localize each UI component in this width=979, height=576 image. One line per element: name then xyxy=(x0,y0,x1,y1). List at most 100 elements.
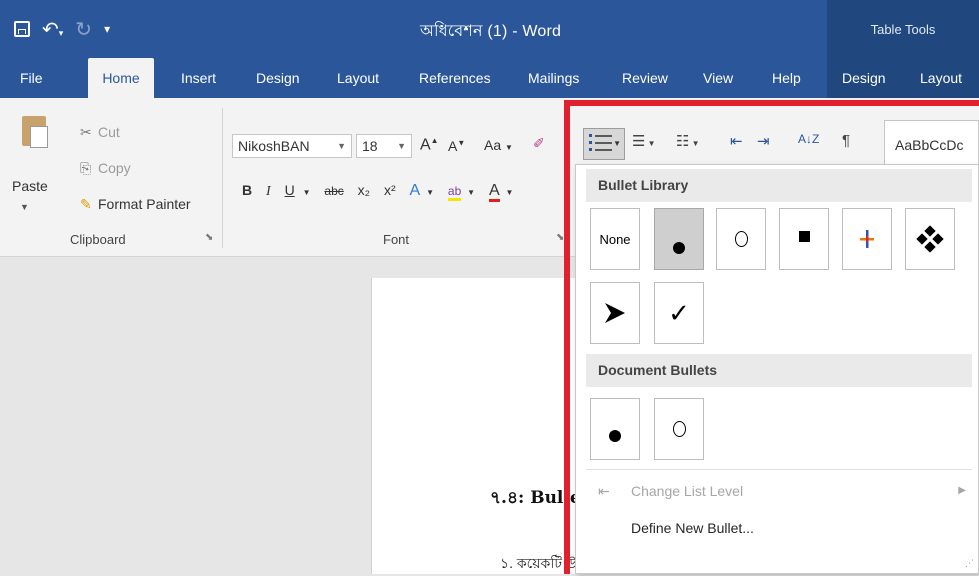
chevron-down-icon: ▼ xyxy=(613,139,621,148)
save-icon[interactable] xyxy=(14,21,30,37)
document-bullets-header: Document Bullets xyxy=(586,354,972,387)
hollow-circle-bullet-icon xyxy=(672,421,686,437)
tab-view[interactable]: View xyxy=(703,58,733,98)
change-case-label: Aa xyxy=(484,137,502,153)
format-painter-label: Format Painter xyxy=(98,196,191,212)
tab-review[interactable]: Review xyxy=(622,58,668,98)
bullet-tile-checkmark[interactable]: ✓ xyxy=(654,282,704,344)
undo-icon[interactable]: ↶▾ xyxy=(42,17,63,42)
table-tools-label: Table Tools xyxy=(827,0,979,58)
subscript-button[interactable]: x₂ xyxy=(358,182,370,198)
tab-table-design[interactable]: Design xyxy=(842,58,886,98)
font-name-select[interactable]: NikoshBAN ▼ xyxy=(232,134,352,158)
increase-indent-button[interactable]: ⇥ xyxy=(757,132,770,160)
cut-label: Cut xyxy=(98,124,120,140)
chevron-down-icon[interactable]: ▼ xyxy=(426,188,434,197)
underline-dropdown-icon[interactable]: ▼ xyxy=(303,188,311,197)
paste-dropdown-icon[interactable]: ▼ xyxy=(20,202,29,212)
change-case-button[interactable]: Aa ▼ xyxy=(484,137,513,153)
copy-button[interactable]: ⎘ Copy xyxy=(80,160,131,177)
customize-qat-icon[interactable]: ▾ xyxy=(104,22,110,36)
chevron-down-icon: ▼ xyxy=(397,141,406,151)
quick-access-toolbar: ↶▾ ↻ ▾ xyxy=(14,0,110,58)
italic-button[interactable]: I xyxy=(266,184,271,199)
tab-design[interactable]: Design xyxy=(256,58,300,98)
tab-layout[interactable]: Layout xyxy=(337,58,379,98)
tab-references[interactable]: References xyxy=(419,58,491,98)
numbering-button[interactable]: ☰ ▼ xyxy=(632,132,656,160)
tab-table-layout[interactable]: Layout xyxy=(920,58,962,98)
square-bullet-icon xyxy=(798,230,810,242)
document-bullet-filled-circle[interactable] xyxy=(590,398,640,460)
bullet-tile-none[interactable]: None xyxy=(590,208,640,270)
bullet-tile-filled-circle[interactable] xyxy=(654,208,704,270)
arrowhead-bullet-icon xyxy=(605,303,625,323)
filled-circle-bullet-icon xyxy=(609,430,621,442)
document-bullet-hollow-circle[interactable] xyxy=(654,398,704,460)
chevron-down-icon[interactable]: ▼ xyxy=(467,188,475,197)
cut-button[interactable]: ✂ Cut xyxy=(80,124,120,141)
four-diamonds-bullet-icon xyxy=(916,225,944,253)
bullet-tile-star[interactable] xyxy=(842,208,892,270)
format-painter-button[interactable]: ✎ Format Painter xyxy=(80,196,191,213)
scissors-icon: ✂ xyxy=(80,124,92,140)
paste-button[interactable]: Paste xyxy=(12,178,48,194)
define-new-bullet-item[interactable]: Define New Bullet... xyxy=(631,520,754,536)
font-name-value: NikoshBAN xyxy=(238,138,310,154)
bold-button[interactable]: B xyxy=(242,182,252,198)
bullet-tile-square[interactable] xyxy=(779,208,829,270)
decrease-indent-button[interactable]: ⇤ xyxy=(730,132,743,160)
superscript-button[interactable]: x² xyxy=(384,182,396,198)
chevron-down-icon: ▼ xyxy=(337,141,346,151)
font-size-select[interactable]: 18 ▼ xyxy=(356,134,412,158)
resize-grip-icon[interactable]: ⋰ xyxy=(965,558,974,569)
ribbon-separator xyxy=(222,108,223,248)
grow-font-button[interactable]: A▲ xyxy=(420,136,439,154)
text-effects-button[interactable]: A xyxy=(410,182,421,199)
bullet-tile-diamonds[interactable] xyxy=(905,208,955,270)
underline-button[interactable]: U xyxy=(285,182,295,198)
shrink-font-label: A xyxy=(448,138,458,154)
filled-circle-bullet-icon xyxy=(673,242,685,254)
ribbon-tabs: File Home Insert Design Layout Reference… xyxy=(0,58,979,98)
strikethrough-button[interactable]: abc xyxy=(324,184,343,198)
font-size-value: 18 xyxy=(362,138,378,154)
bullet-list-icon xyxy=(589,134,612,156)
clipboard-group-label: Clipboard xyxy=(70,232,126,247)
font-color-button[interactable]: A xyxy=(488,182,500,202)
tab-insert[interactable]: Insert xyxy=(181,58,216,98)
paintbrush-icon: ✎ xyxy=(80,196,92,212)
redo-icon[interactable]: ↻ xyxy=(75,17,92,42)
paste-icon[interactable] xyxy=(22,116,48,148)
style-normal-tile[interactable]: AaBbCcDc xyxy=(884,120,979,168)
checkmark-bullet-icon: ✓ xyxy=(668,297,690,328)
title-bar: ↶▾ ↻ ▾ অধিবেশন (1) - Word Table Tools xyxy=(0,0,979,58)
font-format-row: B I U ▼ abc x₂ x² A ▼ ab ▼ A ▼ xyxy=(242,182,523,202)
tab-help[interactable]: Help xyxy=(772,58,801,98)
four-point-star-bullet-icon xyxy=(860,230,874,248)
change-list-level-item[interactable]: Change List Level xyxy=(631,483,743,499)
clipboard-launcher-icon[interactable]: ⬊ xyxy=(205,232,213,243)
bullets-button[interactable]: ▼ xyxy=(583,128,625,160)
change-list-level-icon: ⇤ xyxy=(598,483,610,499)
hollow-circle-bullet-icon xyxy=(734,231,748,247)
show-hide-marks-button[interactable]: ¶ xyxy=(842,132,850,160)
tab-home[interactable]: Home xyxy=(88,58,154,98)
bullet-tile-hollow-circle[interactable] xyxy=(716,208,766,270)
shrink-font-button[interactable]: A▼ xyxy=(448,138,465,154)
bullet-library-dropdown: Bullet Library None ✓ Document Bullets ⇤… xyxy=(575,164,979,574)
tab-file[interactable]: File xyxy=(20,58,43,98)
multilevel-list-button[interactable]: ☷ ▼ xyxy=(676,132,700,160)
sort-button[interactable]: A↓Z xyxy=(798,132,819,160)
grow-font-label: A xyxy=(420,136,431,154)
tab-mailings[interactable]: Mailings xyxy=(528,58,579,98)
font-group-label: Font xyxy=(383,232,410,247)
chevron-down-icon[interactable]: ▼ xyxy=(506,188,514,197)
copy-label: Copy xyxy=(98,160,131,176)
bullet-tile-arrow[interactable] xyxy=(590,282,640,344)
font-launcher-icon[interactable]: ⬊ xyxy=(556,232,564,243)
highlight-color-button[interactable]: ab xyxy=(447,184,462,201)
menu-separator xyxy=(586,469,972,470)
clear-formatting-icon[interactable]: ✐ xyxy=(533,135,545,152)
bullet-library-header: Bullet Library xyxy=(586,169,972,202)
